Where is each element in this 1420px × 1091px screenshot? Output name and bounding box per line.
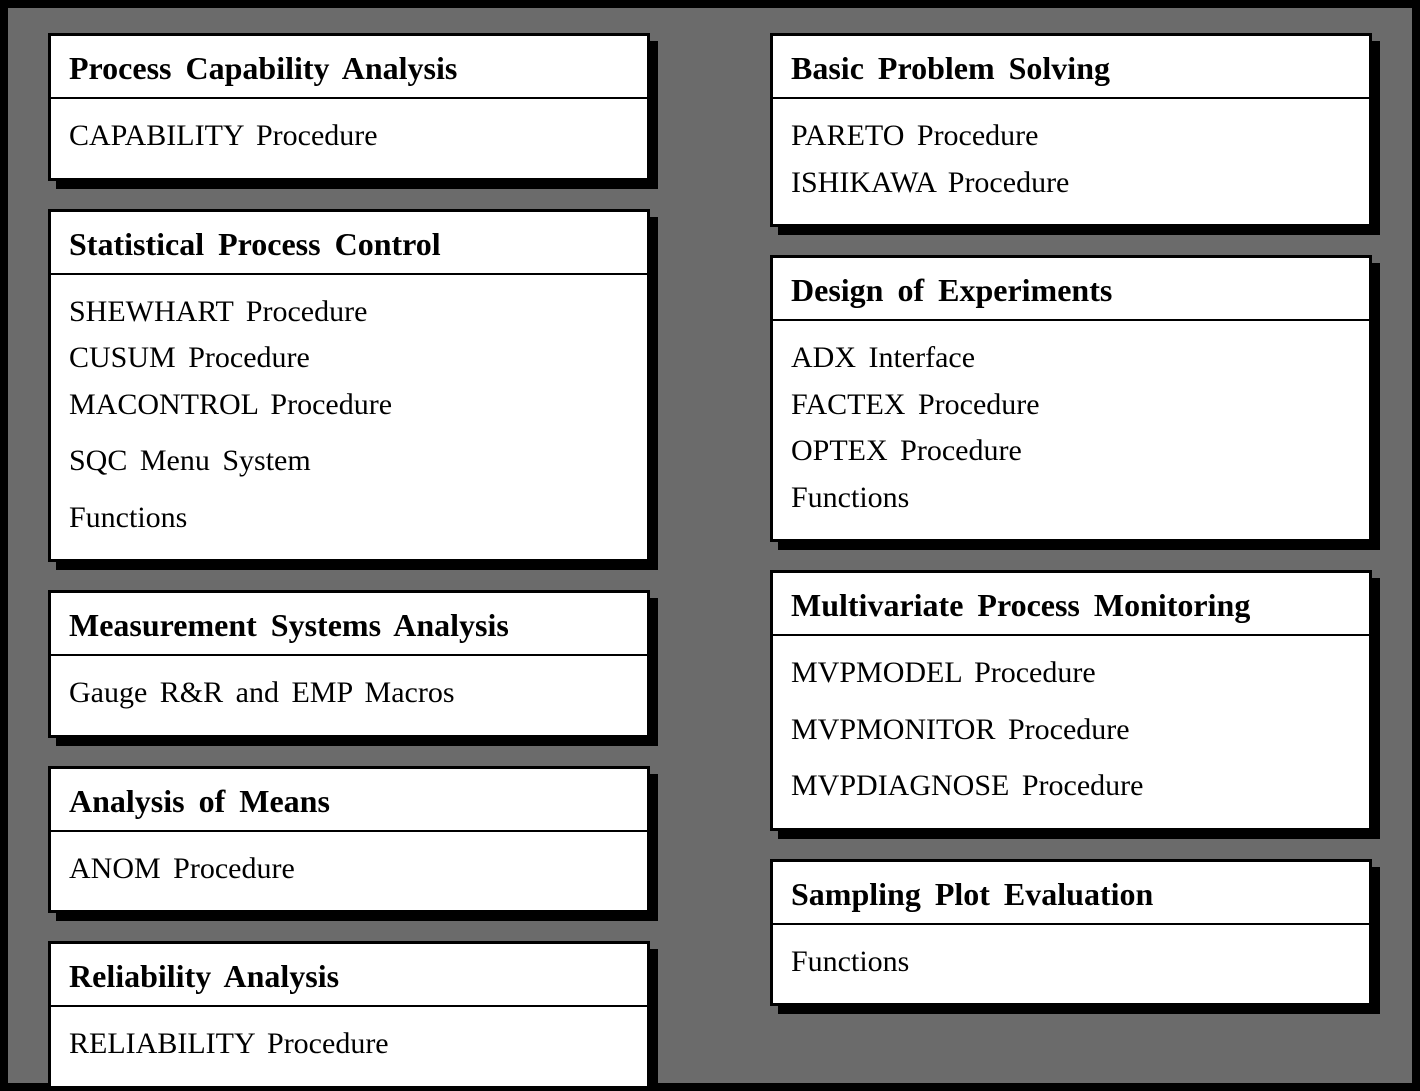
card-body: CAPABILITY Procedure [51,99,647,178]
card-reliability-analysis: Reliability Analysis RELIABILITY Procedu… [48,941,650,1089]
card-design-of-experiments: Design of Experiments ADX Interface FACT… [770,255,1372,542]
card-body: PARETO Procedure ISHIKAWA Procedure [773,99,1369,224]
right-column: Basic Problem Solving PARETO Procedure I… [770,33,1372,1058]
card-title: Sampling Plot Evaluation [773,862,1369,925]
card-sampling-plot-evaluation: Sampling Plot Evaluation Functions [770,859,1372,1007]
card-title: Reliability Analysis [51,944,647,1007]
card-analysis-of-means: Analysis of Means ANOM Procedure [48,766,650,914]
card-body: MVPMODEL Procedure MVPMONITOR Procedure … [773,636,1369,828]
card-item: ANOM Procedure [69,846,629,893]
card-title: Basic Problem Solving [773,36,1369,99]
card-statistical-process-control: Statistical Process Control SHEWHART Pro… [48,209,650,563]
card-title: Statistical Process Control [51,212,647,275]
card-item: MVPDIAGNOSE Procedure [791,763,1351,810]
card-item: RELIABILITY Procedure [69,1021,629,1068]
diagram-container: Process Capability Analysis CAPABILITY P… [8,8,1412,1083]
card-item: CUSUM Procedure [69,335,629,382]
card-item: MACONTROL Procedure [69,382,629,429]
left-column: Process Capability Analysis CAPABILITY P… [48,33,650,1058]
card-measurement-systems: Measurement Systems Analysis Gauge R&R a… [48,590,650,738]
card-item: MVPMODEL Procedure [791,650,1351,697]
card-item: SHEWHART Procedure [69,289,629,336]
card-title: Measurement Systems Analysis [51,593,647,656]
card-body: SHEWHART Procedure CUSUM Procedure MACON… [51,275,647,560]
card-item: ADX Interface [791,335,1351,382]
card-item: SQC Menu System [69,438,629,485]
card-title: Design of Experiments [773,258,1369,321]
card-body: RELIABILITY Procedure [51,1007,647,1086]
card-title: Analysis of Means [51,769,647,832]
card-title: Multivariate Process Monitoring [773,573,1369,636]
card-process-capability: Process Capability Analysis CAPABILITY P… [48,33,650,181]
card-item: PARETO Procedure [791,113,1351,160]
card-body: ANOM Procedure [51,832,647,911]
card-basic-problem-solving: Basic Problem Solving PARETO Procedure I… [770,33,1372,227]
card-item: ISHIKAWA Procedure [791,160,1351,207]
card-body: Gauge R&R and EMP Macros [51,656,647,735]
card-item: Functions [791,939,1351,986]
card-item: CAPABILITY Procedure [69,113,629,160]
card-item: Functions [69,495,629,542]
card-item: OPTEX Procedure [791,428,1351,475]
card-title: Process Capability Analysis [51,36,647,99]
card-body: ADX Interface FACTEX Procedure OPTEX Pro… [773,321,1369,539]
card-item: Gauge R&R and EMP Macros [69,670,629,717]
card-multivariate-process-monitoring: Multivariate Process Monitoring MVPMODEL… [770,570,1372,831]
card-item: FACTEX Procedure [791,382,1351,429]
card-body: Functions [773,925,1369,1004]
card-item: MVPMONITOR Procedure [791,707,1351,754]
card-item: Functions [791,475,1351,522]
